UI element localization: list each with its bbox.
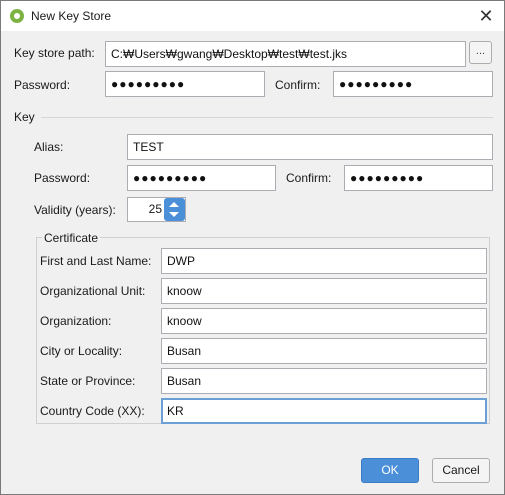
first-last-name-input[interactable]: DWP [161, 248, 487, 274]
browse-button[interactable]: ... [469, 41, 492, 64]
decrement-arrow-icon[interactable] [169, 212, 179, 217]
key-section-divider [41, 117, 493, 118]
validity-value[interactable]: 25 [149, 198, 162, 221]
validity-spinner[interactable]: 25 [127, 197, 186, 222]
ok-button[interactable]: OK [361, 458, 419, 483]
keystore-confirm-field[interactable]: ●●●●●●●●● [333, 71, 493, 97]
country-code-input[interactable]: KR [161, 398, 487, 424]
validity-label: Validity (years): [34, 203, 116, 217]
new-key-store-dialog: New Key Store ✕ Key store path: C:₩Users… [0, 0, 505, 495]
certificate-group-title: Certificate [42, 231, 101, 245]
city-locality-label: City or Locality: [40, 344, 123, 358]
organizational-unit-input[interactable]: knoow [161, 278, 487, 304]
key-section-label: Key [14, 110, 35, 124]
key-store-path-input[interactable]: C:₩Users₩gwang₩Desktop₩test₩test.jks [105, 41, 466, 67]
window-title: New Key Store [31, 9, 112, 23]
country-code-label: Country Code (XX): [40, 404, 145, 418]
first-last-name-label: First and Last Name: [40, 254, 152, 268]
city-locality-input[interactable]: Busan [161, 338, 487, 364]
state-province-input[interactable]: Busan [161, 368, 487, 394]
state-province-label: State or Province: [40, 374, 136, 388]
organization-label: Organization: [40, 314, 112, 328]
key-password-label: Password: [34, 171, 91, 185]
android-studio-icon [10, 9, 24, 23]
cancel-button[interactable]: Cancel [432, 458, 490, 483]
key-password-field[interactable]: ●●●●●●●●● [127, 165, 276, 191]
increment-arrow-icon[interactable] [169, 202, 179, 207]
alias-input[interactable]: TEST [127, 134, 493, 160]
organizational-unit-label: Organizational Unit: [40, 284, 146, 298]
organization-input[interactable]: knoow [161, 308, 487, 334]
key-confirm-field[interactable]: ●●●●●●●●● [344, 165, 493, 191]
key-confirm-label: Confirm: [286, 171, 332, 185]
keystore-confirm-label: Confirm: [275, 78, 321, 92]
key-store-path-label: Key store path: [14, 46, 95, 60]
alias-label: Alias: [34, 140, 64, 154]
keystore-password-label: Password: [14, 78, 71, 92]
keystore-password-field[interactable]: ●●●●●●●●● [105, 71, 265, 97]
close-icon[interactable]: ✕ [469, 3, 503, 29]
title-bar: New Key Store ✕ [1, 1, 504, 31]
spinner-buttons[interactable] [164, 198, 185, 221]
